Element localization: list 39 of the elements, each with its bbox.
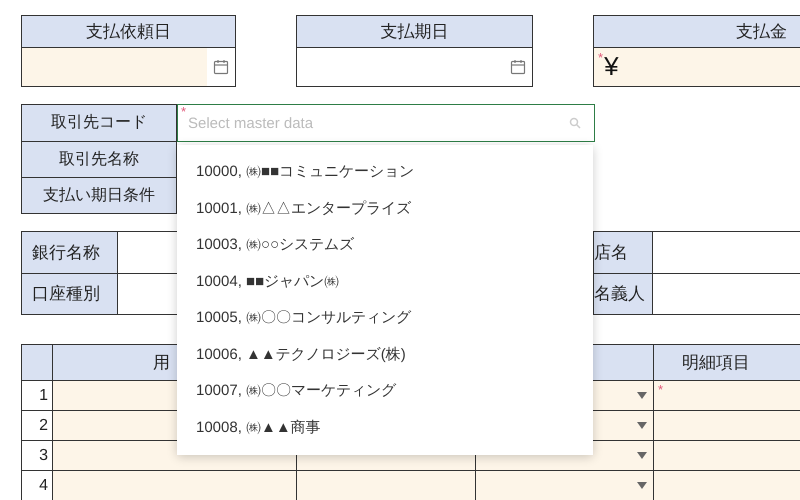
search-icon[interactable] <box>569 117 581 129</box>
text-field[interactable] <box>52 471 296 500</box>
field-label: 支払依頼日 <box>86 20 171 43</box>
dropdown-arrow-icon <box>637 482 647 489</box>
select-field[interactable] <box>475 471 653 500</box>
dropdown-option[interactable]: 10006, ▲▲テクノロジーズ(株) <box>177 336 593 373</box>
field-label: 取引先名称 <box>22 141 176 177</box>
field-label: 名義人 <box>594 274 653 314</box>
field-label: 口座種別 <box>22 274 118 314</box>
required-mark: * <box>181 105 186 118</box>
field-label: 支払い期日条件 <box>22 177 176 213</box>
field-label: 銀行名称 <box>22 232 118 273</box>
dropdown-arrow-icon <box>637 392 647 399</box>
column-header: 明細項目 <box>682 352 750 374</box>
text-field[interactable] <box>296 471 475 500</box>
required-mark: * <box>598 51 604 64</box>
dropdown-arrow-icon <box>637 422 647 429</box>
text-field[interactable] <box>653 471 800 500</box>
dropdown-option[interactable]: 10005, ㈱〇〇コンサルティング <box>177 300 593 336</box>
dropdown-option[interactable]: 10008, ㈱▲▲商事 <box>177 410 593 446</box>
field-label: 店名 <box>594 232 653 273</box>
text-field[interactable] <box>653 441 800 470</box>
dropdown-option[interactable]: 10003, ㈱○○システムズ <box>177 227 593 264</box>
calendar-icon[interactable] <box>510 59 526 75</box>
column-header: 用 <box>153 352 170 374</box>
dropdown-option[interactable]: 10001, ㈱△△エンタープライズ <box>177 190 593 227</box>
dropdown-option[interactable]: 10007, ㈱〇〇マーケティング <box>177 373 593 410</box>
text-field[interactable] <box>653 411 800 440</box>
amount-field[interactable]: *¥ <box>594 48 800 86</box>
currency-symbol: ¥ <box>604 53 619 79</box>
dropdown-arrow-icon <box>637 452 647 459</box>
dropdown-option[interactable]: 10004, ■■ジャパン㈱ <box>177 264 593 300</box>
date-field[interactable] <box>22 48 235 86</box>
field-label: 支払金 <box>736 20 787 43</box>
field-label: 取引先コード <box>22 105 176 141</box>
dropdown-option[interactable]: 10000, ㈱■■コミュニケーション <box>177 154 593 190</box>
required-mark: * <box>658 383 664 396</box>
calendar-icon[interactable] <box>213 59 229 75</box>
field-label: 支払期日 <box>380 20 448 43</box>
